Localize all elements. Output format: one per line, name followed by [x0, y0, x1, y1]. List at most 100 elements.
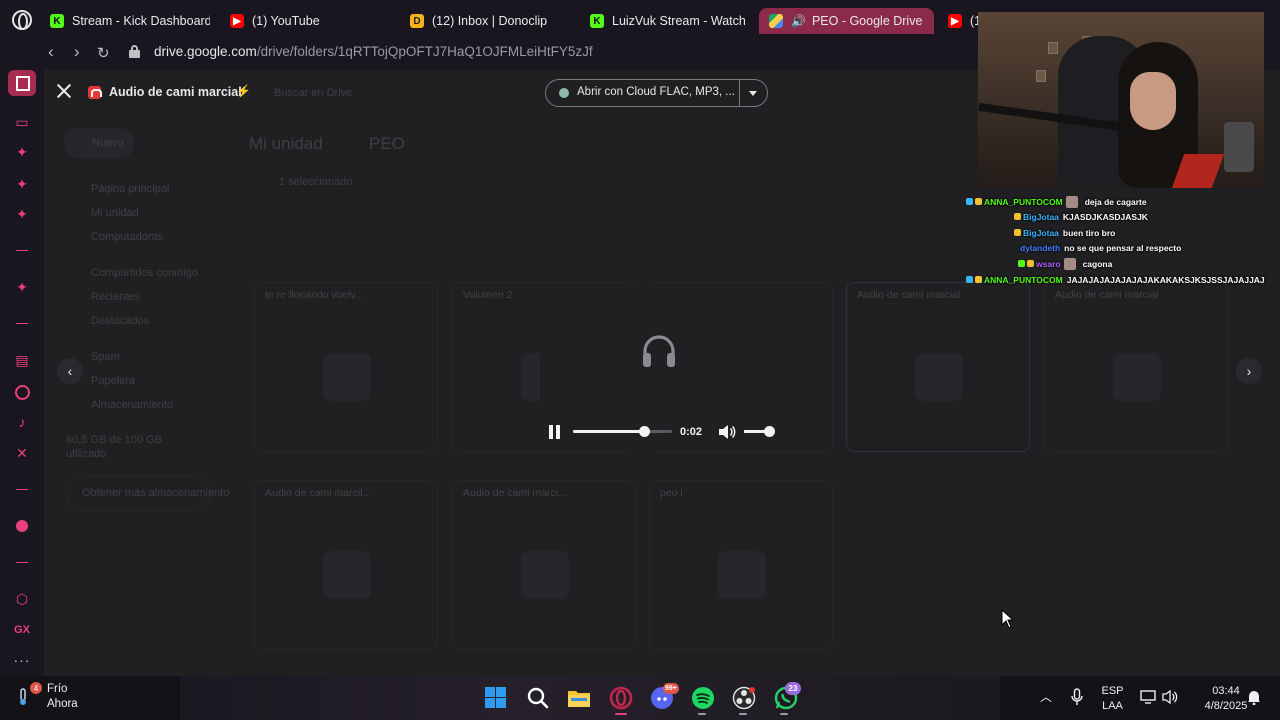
nav-trash: Papelera: [91, 375, 136, 387]
obs-icon[interactable]: [732, 686, 756, 710]
tab-youtube-2[interactable]: ▶ (1: [948, 8, 978, 34]
url-field[interactable]: drive.google.com/drive/folders/1qRTTojQp…: [154, 44, 593, 59]
weather-alert-badge: 4: [30, 682, 42, 694]
tab-label: PEO - Google Drive: [811, 14, 923, 28]
weather-temperature[interactable]: Frío: [47, 683, 67, 695]
speaker-icon[interactable]: 🔊: [791, 14, 806, 28]
open-with-button[interactable]: Abrir con Cloud FLAC, MP3, ...: [545, 79, 768, 107]
tab-youtube[interactable]: ▶ (1) YouTube: [230, 8, 370, 34]
home-icon[interactable]: [8, 70, 36, 96]
tab-google-drive[interactable]: 🔊 PEO - Google Drive: [759, 8, 934, 34]
kick-studio-icon[interactable]: ▭: [13, 113, 31, 131]
thermometer-icon[interactable]: [16, 688, 30, 706]
microphone-icon[interactable]: [1071, 688, 1083, 706]
headphones-thumb-icon: [323, 353, 371, 401]
chat-text: JAJAJAJAJAJAJAJAKAKAKSJKSJSSJAJAJJAJ: [1066, 274, 1265, 285]
file-name: Audio de cami marcil...: [265, 487, 372, 499]
tiktok-icon[interactable]: ♪: [13, 413, 31, 431]
chat-message: wsaro cagona: [1018, 256, 1112, 271]
volume-icon[interactable]: [718, 424, 736, 440]
x-icon[interactable]: ✕: [13, 444, 31, 462]
storage-usage-sub: utilizado: [66, 448, 107, 460]
tab-kick-dashboard[interactable]: K Stream - Kick Dashboard: [50, 8, 210, 34]
twitch-icon[interactable]: ▤: [13, 351, 31, 369]
opera-gx-icon[interactable]: [609, 686, 633, 710]
subscriber-badge-icon: [975, 198, 982, 205]
forward-button[interactable]: ›: [74, 42, 80, 62]
lock-icon[interactable]: [129, 45, 140, 58]
windows-start-icon[interactable]: [484, 686, 508, 710]
chevron-down-icon[interactable]: [749, 91, 757, 96]
sidebar-divider: [16, 250, 28, 251]
tab-luizvuk-stream[interactable]: K LuizVuk Stream - Watch: [590, 8, 745, 34]
speaker-icon[interactable]: [1162, 689, 1179, 705]
file-name: peo i: [660, 487, 683, 499]
opera-logo-icon[interactable]: [12, 10, 32, 30]
seek-slider[interactable]: [573, 426, 672, 437]
subscriber-badge-icon: [1014, 213, 1021, 220]
notification-bell-icon[interactable]: [1247, 689, 1261, 705]
tab-donoclip[interactable]: D (12) Inbox | Donoclip: [410, 8, 570, 34]
music-icon[interactable]: [13, 517, 31, 535]
close-viewer-icon[interactable]: [55, 82, 73, 100]
chat-text: deja de cagarte: [1084, 196, 1147, 207]
file-explorer-icon[interactable]: [567, 686, 591, 710]
headphones-thumb-icon: [915, 353, 963, 401]
streamer-face: [1130, 72, 1176, 130]
headphones-thumb-icon: [521, 551, 569, 599]
whatsapp-badge: 23: [785, 682, 801, 695]
cloud-app-icon: [559, 88, 569, 98]
chatgpt-icon[interactable]: ✦: [13, 205, 31, 223]
input-language[interactable]: ESP: [1100, 685, 1125, 697]
tab-label: Stream - Kick Dashboard: [72, 14, 210, 28]
chatgpt-icon[interactable]: ✦: [13, 143, 31, 161]
chatgpt-icon[interactable]: ✦: [13, 278, 31, 296]
pause-button[interactable]: [548, 425, 562, 439]
youtube-icon: ▶: [230, 14, 244, 28]
back-button[interactable]: ‹: [48, 42, 54, 62]
previous-file-button[interactable]: ‹: [57, 358, 83, 384]
wall-frame: [1048, 42, 1058, 54]
reload-button[interactable]: ↻: [97, 44, 110, 62]
chat-text: buen tiro bro: [1062, 227, 1116, 238]
nav-storage: Almacenamiento: [91, 399, 173, 411]
more-icon[interactable]: ···: [13, 651, 31, 669]
youtube-icon: ▶: [948, 14, 962, 28]
settings-icon[interactable]: ⬡: [13, 590, 31, 608]
instagram-icon[interactable]: [13, 383, 31, 401]
storage-usage: 60,5 GB de 100 GB: [66, 434, 163, 446]
streamer-webcam: [978, 12, 1264, 188]
active-app-indicator: [615, 713, 627, 715]
chat-text: KJASDJKASDJASJK: [1062, 211, 1148, 222]
storage-button-label: Obtener más almacenamiento: [82, 487, 230, 499]
display-icon[interactable]: [1140, 689, 1156, 705]
seek-handle[interactable]: [638, 426, 650, 437]
sidebar-divider: [16, 323, 28, 324]
url-host: drive.google.com: [154, 44, 257, 59]
spotify-icon[interactable]: [691, 686, 715, 710]
playback-time: 0:02: [680, 426, 703, 438]
chat-message: ANNA_PUNTOCOM deja de cagarte: [966, 194, 1147, 209]
breadcrumb-folder: PEO: [369, 134, 405, 153]
volume-handle[interactable]: [763, 426, 775, 437]
chat-message: BigJotaa KJASDJKASDJASJK: [1014, 209, 1148, 224]
wall-frame: [1036, 70, 1046, 82]
chevron-up-icon[interactable]: ︿: [1040, 688, 1052, 705]
search-icon[interactable]: [526, 686, 550, 710]
nav-my-drive: Mi unidad: [91, 207, 139, 219]
file-card-selected: Audio de cami marcial: [846, 282, 1030, 452]
file-card: Audio de cami marcial: [1044, 282, 1228, 452]
keyboard-layout[interactable]: LAA: [1100, 700, 1125, 712]
next-file-button[interactable]: ›: [1236, 358, 1262, 384]
audio-file-icon: [88, 86, 102, 99]
file-card: te re lloriando vuelv...: [254, 282, 438, 452]
headphones-thumb-icon: [1113, 353, 1161, 401]
tab-label: (1) YouTube: [252, 14, 320, 28]
mouse-cursor-icon: [1001, 609, 1015, 629]
chat-message: ANNA_PUNTOCOM JAJAJAJAJAJAJAJAKAKAKSJKSJ…: [966, 272, 1265, 287]
verified-badge-icon: [966, 198, 973, 205]
gx-icon[interactable]: GX: [13, 621, 31, 639]
button-divider: [739, 80, 740, 106]
chatgpt-icon[interactable]: ✦: [13, 175, 31, 193]
volume-slider[interactable]: [744, 426, 775, 437]
